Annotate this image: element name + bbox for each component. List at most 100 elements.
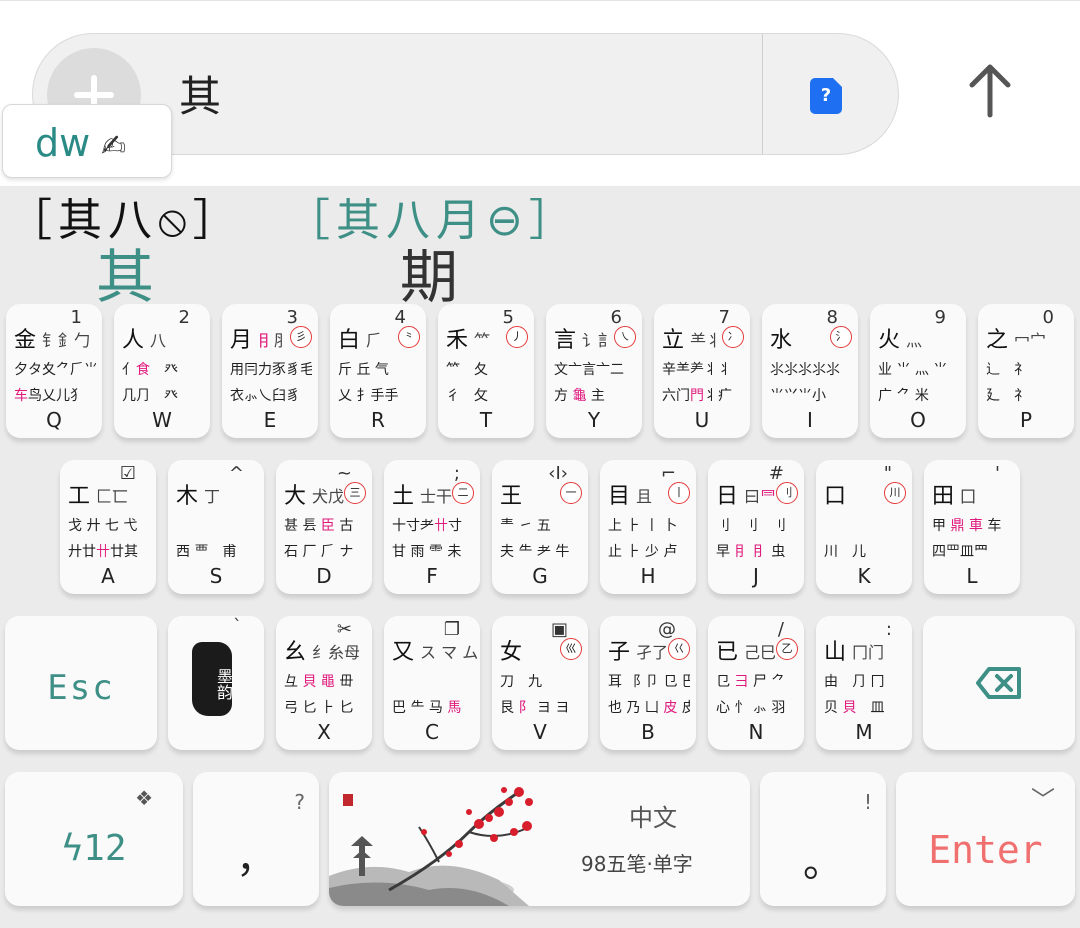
key-radicals-row2: 甚 镸 ⾂ 古 — [284, 518, 354, 534]
key-j[interactable]: # 日曰⺜刂刂 ⺉ 刂早 ⺝ ⺝ 虫 J — [708, 460, 804, 594]
key-symbol: 0 — [1042, 307, 1054, 328]
key-radicals-row2: 上 ⺊ 丨 卜 — [608, 518, 678, 534]
key-radicals-row2: 龶 ㇀ 五 — [500, 518, 551, 534]
key-radicals-row3: 四罒皿⺫ — [932, 544, 988, 560]
key-radicals-row2: 由 ⺆ 冂 — [824, 674, 885, 690]
key-symbol: 2 — [178, 307, 190, 328]
key-p[interactable]: 0 之冖宀辶 礻廴 礻 P — [978, 304, 1074, 438]
key-y[interactable]: 6言讠訁丶㇏文亠言亠二方 ⿔ 主Y — [546, 304, 642, 438]
seal-corner-symbol: ` — [233, 616, 242, 637]
key-g[interactable]: ‹Ⅰ› 王 一龶 ㇀ 五夫 ⺧ ⺹ 牛 G — [492, 460, 588, 594]
file-help-icon[interactable]: ? — [810, 78, 842, 114]
key-e[interactable]: 3 月⺝⺼彡用冃力豕豸毛 衣⺗乀臼豸 E — [222, 304, 318, 438]
key-main-radical: 人 — [122, 328, 145, 353]
key-radicals-row2: 刂 ⺉ 刂 — [716, 518, 786, 534]
key-radical-variants: 犬戊 — [312, 487, 345, 506]
key-radical-variants: 灬 — [906, 331, 923, 350]
key-letter: H — [640, 564, 656, 588]
key-main-radical: 目 — [608, 484, 631, 509]
candidate-bar: ［其八⦸］ ［其八月⊖］ 其 期 — [0, 186, 1080, 311]
key-stroke-mark: ⺀ — [398, 326, 420, 348]
key-main-radical: 口 — [824, 484, 847, 509]
key-radicals-row2: 甲 ⿍ 車 车 — [932, 518, 1002, 534]
key-main-radical: 王 — [500, 484, 523, 509]
key-r[interactable]: 4 白⺁⺀斤 丘 气乂 扌手手 R — [330, 304, 426, 438]
key-letter: A — [101, 564, 115, 588]
key-letter: W — [152, 408, 172, 432]
key-letter: Y — [587, 408, 601, 432]
handwriting-icon[interactable]: ✍ — [101, 127, 126, 167]
key-i[interactable]: 8 水 氵⺢⺢⺢⺢⺢ ⺌⺍⺌小 I — [762, 304, 858, 438]
key-f[interactable]: ; 土士干二十寸耂卄寸甘 雨 ⻗ 未 F — [384, 460, 480, 594]
key-a[interactable]: ☑ 工匚匸戈 廾 七 弋廾廿卄廿其 A — [60, 460, 156, 594]
key-o[interactable]: 9 火灬业 ⺌ 灬 ⺌广 ⺈ 米 O — [870, 304, 966, 438]
key-main-radical: 金 — [14, 328, 37, 353]
key-h[interactable]: ⌐ 目且丨上 ⺊ 丨 卜止 ⺊ 少 卢 H — [600, 460, 696, 594]
key-k[interactable]: " 口 川川 儿 K — [816, 460, 912, 594]
key-main-radical: 工 — [68, 484, 91, 509]
period-corner-symbol: ! — [863, 790, 872, 814]
key-radical-variants: 囗 — [960, 487, 977, 506]
message-input-text[interactable]: 其 — [179, 72, 221, 122]
key-radical-variants: ⺷丬 — [690, 331, 723, 350]
candidate-1[interactable]: 其 — [96, 230, 154, 314]
key-radicals-row3: 甘 雨 ⻗ 未 — [392, 544, 462, 560]
key-letter: C — [425, 720, 439, 744]
key-symbol: 3 — [286, 307, 298, 328]
key-u[interactable]: 7 立⺷丬冫辛⺷⺶丬丬 六门門丬疒 U — [654, 304, 750, 438]
key-letter: I — [807, 408, 813, 432]
key-s[interactable]: ^ 木丁西 覀 甫 S — [168, 460, 264, 594]
send-arrow-icon[interactable] — [962, 61, 1018, 121]
enter-key[interactable]: ﹀ Enter — [896, 772, 1075, 906]
key-radicals-row3: 心 ⺖ ⺗ 羽 — [716, 700, 786, 716]
space-key[interactable]: 中文 98五笔·单字 — [329, 772, 750, 906]
key-letter: X — [317, 720, 331, 744]
backspace-key[interactable] — [923, 616, 1075, 750]
enter-label: Enter — [928, 828, 1043, 872]
comma-key[interactable]: ? ， — [193, 772, 319, 906]
key-radical-variants: 士干 — [420, 487, 453, 506]
key-x[interactable]: ✂ 幺纟糸母彑 ⾙ 黽 毌弓 匕 ⺊ 匕 X — [276, 616, 372, 750]
key-d[interactable]: ~ 大犬戊三甚 镸 ⾂ 古石 厂 ⺁ ナ D — [276, 460, 372, 594]
key-t[interactable]: 5 禾⺮丿⺮ 夂彳 攵 T — [438, 304, 534, 438]
pill-divider — [762, 34, 763, 154]
esc-key[interactable]: Esc — [5, 616, 157, 750]
key-letter: T — [479, 408, 493, 432]
numpad-key[interactable]: ❖ ϟ12 — [5, 772, 183, 906]
key-main-radical: 子 — [608, 640, 631, 665]
key-b[interactable]: @ 子孑了巜耳 ⻏ 卩 ⺋ 巴也 乃 凵 ⽪ 皮 B — [600, 616, 696, 750]
key-main-radical: 女 — [500, 640, 523, 665]
key-main-radical: 火 — [878, 328, 901, 353]
esc-label: Esc — [47, 668, 115, 708]
key-radical-variants: 纟糸母 — [312, 643, 361, 662]
key-radicals-row3: 六门門丬疒 — [662, 388, 732, 404]
key-symbol: ⌐ — [660, 463, 676, 484]
key-letter: U — [694, 408, 710, 432]
key-m[interactable]: : 山冂门由 ⺆ 冂贝 貝 皿 M — [816, 616, 912, 750]
key-v[interactable]: ▣ 女 巛刀 九艮 ⻖ ヨ ヨ V — [492, 616, 588, 750]
key-c[interactable]: ❐ 又ス マ ム巴 ⺧ 马 馬 C — [384, 616, 480, 750]
key-symbol: / — [777, 619, 784, 640]
key-radicals-row2: 十寸耂卄寸 — [392, 518, 462, 534]
seal-key[interactable]: ` 墨韵 — [168, 616, 264, 750]
candidate-2[interactable]: 期 — [400, 230, 458, 314]
key-letter: M — [855, 720, 873, 744]
seal-icon: 墨韵 — [192, 642, 233, 716]
key-radicals-row3: 衣⺗乀臼豸 — [230, 388, 300, 404]
key-symbol: # — [768, 463, 784, 484]
key-symbol: ; — [453, 463, 460, 484]
key-q[interactable]: 1 金钅釒勹 夕タ夊⺈⺁⺌ ⻋鸟乂儿犭 Q — [6, 304, 102, 438]
key-radicals-row2: 斤 丘 气 — [338, 362, 389, 378]
key-main-radical: 土 — [392, 484, 415, 509]
key-l[interactable]: ' 田囗甲 ⿍ 車 车四罒皿⺫ L — [924, 460, 1020, 594]
key-main-radical: 幺 — [284, 640, 307, 665]
key-radicals-row3: 早 ⺝ ⺝ 虫 — [716, 544, 786, 560]
key-radical-variants: 冖宀 — [1014, 331, 1047, 350]
key-radical-variants: 冂门 — [852, 643, 885, 662]
key-radicals-row2: ⺋ ⺕ 尸 ⺈ — [716, 674, 786, 690]
key-radicals-row3: 几⺆ 癶 — [122, 388, 178, 404]
key-n[interactable]: / 已己巳乙⺋ ⺕ 尸 ⺈心 ⺖ ⺗ 羽 N — [708, 616, 804, 750]
period-key[interactable]: ! 。 — [760, 772, 886, 906]
key-stroke-mark: 丿 — [506, 326, 528, 348]
key-w[interactable]: 2 人八亻食 癶几⺆ 癶 W — [114, 304, 210, 438]
